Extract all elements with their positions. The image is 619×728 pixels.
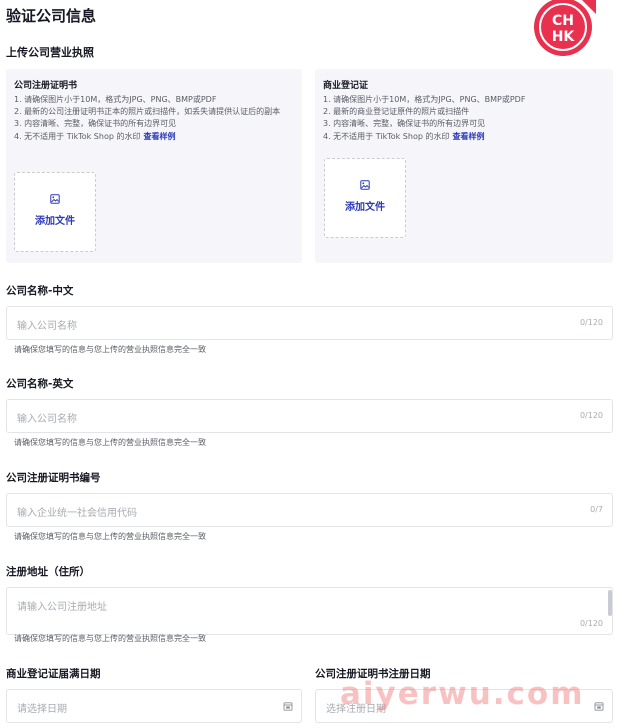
char-counter: 0/7 [590, 505, 603, 514]
registration-number-input[interactable]: 输入企业统一社会信用代码 0/7 [6, 493, 613, 527]
image-icon [360, 180, 370, 190]
requirement-item-with-link: 4. 无不适用于 TikTok Shop 的水印 查看样例 [323, 131, 603, 143]
placeholder: 请输入公司注册地址 [17, 602, 107, 613]
calendar-icon [594, 702, 604, 711]
char-counter: 0/120 [579, 619, 603, 628]
requirement-item: 2. 最新的公司注册证明书正本的照片或扫描件，如丢失请提供认证后的副本 [14, 107, 281, 117]
registered-address-textarea[interactable]: 请输入公司注册地址 0/120 [6, 587, 613, 635]
brand-logo: CH HK [530, 0, 596, 56]
field-hint: 请确保您填写的信息与您上传的营业执照信息完全一致 [14, 438, 206, 447]
requirements-list: 1. 请确保图片小于10M，格式为JPG、PNG、BMP或PDF 2. 最新的商… [323, 94, 603, 143]
view-sample-link[interactable]: 查看样例 [143, 132, 175, 141]
br-expiry-date-picker[interactable]: 请选择日期 [6, 689, 302, 723]
char-counter: 0/120 [579, 411, 603, 420]
placeholder: 输入企业统一社会信用代码 [17, 508, 137, 519]
requirement-item: 3. 内容清晰、完整，确保证书的所有边界可见 [323, 119, 486, 129]
requirement-item: 1. 请确保图片小于10M，格式为JPG、PNG、BMP或PDF [14, 95, 217, 104]
upload-card-incorporation: 公司注册证明书 1. 请确保图片小于10M，格式为JPG、PNG、BMP或PDF… [6, 69, 302, 263]
section-title: 上传公司营业执照 [6, 46, 94, 59]
upload-card-business-registration: 商业登记证 1. 请确保图片小于10M，格式为JPG、PNG、BMP或PDF 2… [315, 69, 613, 263]
placeholder: 输入公司名称 [17, 414, 77, 425]
add-file-label: 添加文件 [345, 202, 385, 213]
requirement-item: 4. 无不适用于 TikTok Shop 的水印 [14, 131, 141, 141]
char-counter: 0/120 [579, 318, 603, 327]
registration-number-label: 公司注册证明书编号 [6, 472, 101, 484]
card-title: 公司注册证明书 [14, 81, 78, 91]
company-name-cn-input[interactable]: 输入公司名称 0/120 [6, 306, 613, 340]
field-hint: 请确保您填写的信息与您上传的营业执照信息完全一致 [14, 634, 206, 643]
br-expiry-date-label: 商业登记证届满日期 [6, 668, 101, 680]
svg-text:CH: CH [552, 13, 574, 29]
svg-text:HK: HK [552, 29, 576, 45]
placeholder: 输入公司名称 [17, 321, 77, 332]
requirement-item: 1. 请确保图片小于10M，格式为JPG、PNG、BMP或PDF [323, 95, 526, 104]
page-title: 验证公司信息 [6, 7, 97, 25]
company-name-en-label: 公司名称-英文 [6, 378, 74, 390]
requirement-item: 4. 无不适用于 TikTok Shop 的水印 [323, 131, 450, 141]
view-sample-link[interactable]: 查看样例 [452, 132, 484, 141]
company-name-cn-label: 公司名称-中文 [6, 285, 74, 297]
calendar-icon [283, 702, 293, 711]
registered-address-label: 注册地址（住所） [6, 566, 90, 578]
requirement-item-with-link: 4. 无不适用于 TikTok Shop 的水印 查看样例 [14, 131, 294, 143]
placeholder: 请选择日期 [17, 704, 67, 715]
image-icon [50, 194, 60, 204]
field-hint: 请确保您填写的信息与您上传的营业执照信息完全一致 [14, 532, 206, 541]
card-title: 商业登记证 [323, 81, 369, 91]
requirement-item: 2. 最新的商业登记证原件的照片或扫描件 [323, 107, 470, 117]
requirements-list: 1. 请确保图片小于10M，格式为JPG、PNG、BMP或PDF 2. 最新的公… [14, 94, 294, 143]
watermark: aiyerwu.com [340, 676, 585, 712]
add-file-button[interactable]: 添加文件 [14, 172, 96, 252]
field-hint: 请确保您填写的信息与您上传的营业执照信息完全一致 [14, 345, 206, 354]
requirement-item: 3. 内容清晰、完整，确保证书的所有边界可见 [14, 119, 177, 129]
add-file-button[interactable]: 添加文件 [324, 158, 406, 238]
scrollbar-thumb[interactable] [608, 590, 612, 616]
add-file-label: 添加文件 [35, 216, 75, 227]
company-name-en-input[interactable]: 输入公司名称 0/120 [6, 399, 613, 433]
